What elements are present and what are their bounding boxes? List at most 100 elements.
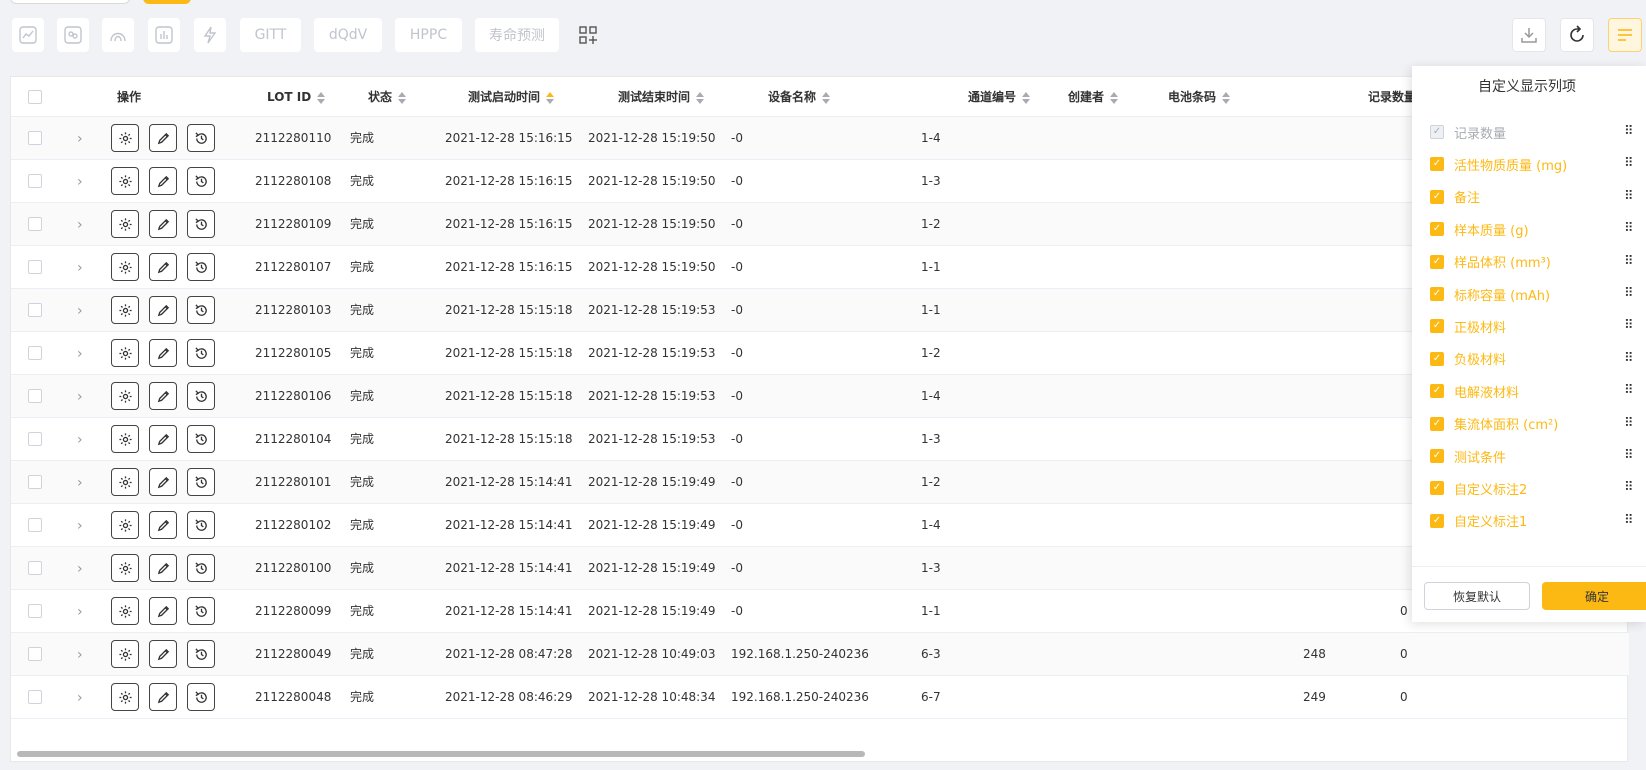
history-icon[interactable] (187, 210, 215, 238)
column-option[interactable]: ✓ 测试条件 (1430, 440, 1620, 472)
history-icon[interactable] (187, 167, 215, 195)
refresh-icon[interactable] (1560, 18, 1594, 52)
settings-icon[interactable] (111, 468, 139, 496)
column-option[interactable]: ✓ 标称容量 (mAh) (1430, 278, 1620, 310)
row-checkbox[interactable] (28, 475, 42, 489)
row-checkbox[interactable] (28, 690, 42, 704)
table-row[interactable]: › 2112280107 完成 2021-12-28 15:16:15 2021-12-… (11, 246, 1629, 289)
history-icon[interactable] (187, 468, 215, 496)
checkbox-icon[interactable]: ✓ (1430, 351, 1444, 366)
bar-chart-icon[interactable] (148, 18, 180, 52)
edit-icon[interactable] (149, 511, 177, 539)
column-option[interactable]: ✓ 电解液材料 (1430, 375, 1620, 407)
column-option[interactable]: ✓ 备注 (1430, 181, 1620, 213)
column-option[interactable]: ✓ 记录数量 (1430, 116, 1620, 148)
header-channel[interactable]: 通道编号 (968, 77, 1031, 117)
checkbox-icon[interactable]: ✓ (1430, 384, 1444, 399)
top-primary-button-stub[interactable] (143, 0, 191, 4)
edit-icon[interactable] (149, 253, 177, 281)
row-checkbox[interactable] (28, 389, 42, 403)
checkbox-icon[interactable]: ✓ (1430, 125, 1444, 139)
drag-handle-icon[interactable]: ⠿ (1624, 125, 1634, 139)
sort-icon[interactable] (1110, 91, 1119, 104)
table-row[interactable]: › 2112280099 完成 2021-12-28 15:14:41 2021-12-… (11, 590, 1629, 633)
reset-default-button[interactable]: 恢复默认 (1424, 582, 1530, 610)
column-option[interactable]: ✓ 活性物质质量 (mg) (1430, 148, 1620, 180)
edit-icon[interactable] (149, 468, 177, 496)
cycle-icon[interactable] (57, 18, 89, 52)
checkbox-icon[interactable]: ✓ (1430, 189, 1444, 204)
checkbox-icon[interactable]: ✓ (1430, 481, 1444, 496)
checkbox-icon[interactable]: ✓ (1430, 416, 1444, 431)
table-row[interactable]: › 2112280105 完成 2021-12-28 15:15:18 2021-12-… (11, 332, 1629, 375)
drag-handle-icon[interactable]: ⠿ (1624, 319, 1634, 333)
table-row[interactable]: › 2112280104 完成 2021-12-28 15:15:18 2021-12-… (11, 418, 1629, 461)
row-checkbox[interactable] (28, 303, 42, 317)
edit-icon[interactable] (149, 597, 177, 625)
drag-handle-icon[interactable]: ⠿ (1624, 384, 1634, 398)
arc-icon[interactable] (102, 18, 134, 52)
drag-handle-icon[interactable]: ⠿ (1624, 351, 1634, 366)
settings-icon[interactable] (111, 210, 139, 238)
header-status[interactable]: 状态 (368, 77, 407, 117)
expand-chevron-icon[interactable]: › (77, 261, 89, 275)
history-icon[interactable] (187, 296, 215, 324)
lightning-icon[interactable] (194, 18, 226, 52)
edit-icon[interactable] (149, 124, 177, 152)
settings-icon[interactable] (111, 124, 139, 152)
edit-icon[interactable] (149, 425, 177, 453)
sort-icon[interactable] (822, 91, 831, 104)
row-checkbox[interactable] (28, 432, 42, 446)
drag-handle-icon[interactable]: ⠿ (1624, 416, 1634, 431)
sort-icon[interactable] (546, 91, 555, 104)
settings-icon[interactable] (111, 167, 139, 195)
history-icon[interactable] (187, 554, 215, 582)
drag-handle-icon[interactable]: ⠿ (1624, 157, 1634, 171)
history-icon[interactable] (187, 640, 215, 668)
history-icon[interactable] (187, 511, 215, 539)
row-checkbox[interactable] (28, 346, 42, 360)
expand-chevron-icon[interactable]: › (77, 605, 89, 619)
column-option[interactable]: ✓ 样品体积 (mm³) (1430, 246, 1620, 278)
history-icon[interactable] (187, 253, 215, 281)
drag-handle-icon[interactable]: ⠿ (1624, 449, 1634, 463)
hppc-button[interactable]: HPPC (395, 18, 462, 52)
expand-chevron-icon[interactable]: › (77, 648, 89, 662)
drag-handle-icon[interactable]: ⠿ (1624, 513, 1634, 528)
table-row[interactable]: › 2112280049 完成 2021-12-28 08:47:28 2021-12-… (11, 633, 1629, 676)
row-checkbox[interactable] (28, 131, 42, 145)
expand-chevron-icon[interactable]: › (77, 562, 89, 576)
settings-icon[interactable] (111, 683, 139, 711)
sort-icon[interactable] (398, 91, 407, 104)
checkbox-icon[interactable]: ✓ (1430, 449, 1444, 463)
row-checkbox[interactable] (28, 217, 42, 231)
checkbox-icon[interactable]: ✓ (1430, 222, 1444, 237)
edit-icon[interactable] (149, 683, 177, 711)
checkbox-icon[interactable]: ✓ (1430, 254, 1444, 269)
drag-handle-icon[interactable]: ⠿ (1624, 254, 1634, 269)
header-creator[interactable]: 创建者 (1068, 77, 1119, 117)
table-row[interactable]: › 2112280109 完成 2021-12-28 15:16:15 2021-12-… (11, 203, 1629, 246)
settings-icon[interactable] (111, 511, 139, 539)
row-checkbox[interactable] (28, 518, 42, 532)
edit-icon[interactable] (149, 296, 177, 324)
horizontal-scrollbar[interactable] (17, 751, 865, 757)
table-row[interactable]: › 2112280100 完成 2021-12-28 15:14:41 2021-12-… (11, 547, 1629, 590)
expand-chevron-icon[interactable]: › (77, 132, 89, 146)
settings-icon[interactable] (111, 554, 139, 582)
history-icon[interactable] (187, 382, 215, 410)
history-icon[interactable] (187, 339, 215, 367)
table-row[interactable]: › 2112280106 完成 2021-12-28 15:15:18 2021-12-… (11, 375, 1629, 418)
header-start-time[interactable]: 测试启动时间 (468, 77, 555, 117)
column-option[interactable]: ✓ 样本质量 (g) (1430, 213, 1620, 245)
expand-chevron-icon[interactable]: › (77, 433, 89, 447)
expand-chevron-icon[interactable]: › (77, 218, 89, 232)
header-barcode[interactable]: 电池条码 (1168, 77, 1231, 117)
expand-chevron-icon[interactable]: › (77, 175, 89, 189)
edit-icon[interactable] (149, 210, 177, 238)
sort-icon[interactable] (1022, 91, 1031, 104)
row-checkbox[interactable] (28, 174, 42, 188)
drag-handle-icon[interactable]: ⠿ (1624, 189, 1634, 204)
header-end-time[interactable]: 测试结束时间 (618, 77, 705, 117)
edit-icon[interactable] (149, 554, 177, 582)
